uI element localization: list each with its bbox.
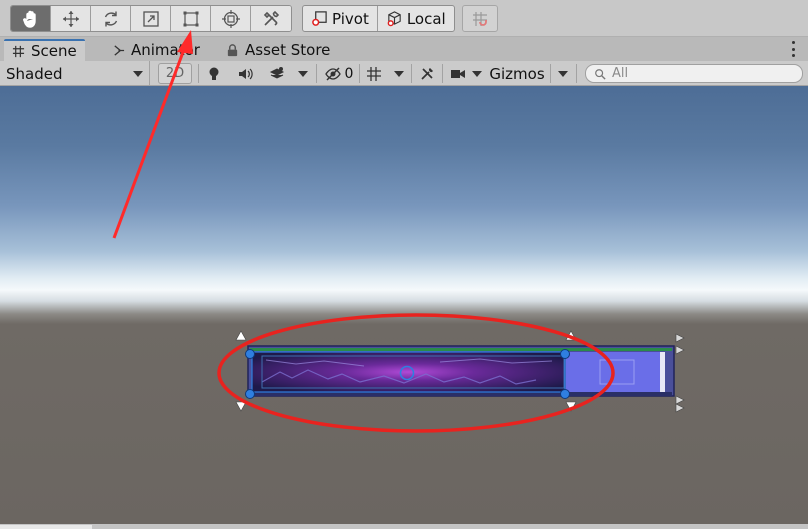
lightbulb-icon	[209, 67, 219, 80]
chevron-down-icon	[298, 70, 308, 77]
local-label: Local	[406, 9, 446, 28]
tab-scene-label: Scene	[31, 42, 77, 60]
camera-dropdown[interactable]	[468, 61, 486, 86]
gizmos-label: Gizmos	[489, 64, 545, 83]
layers-icon	[269, 66, 285, 79]
tools-icon	[421, 67, 433, 80]
gizmos-dropdown[interactable]	[554, 61, 572, 86]
grid-dropdown[interactable]	[390, 61, 408, 86]
lighting-toggle[interactable]	[202, 61, 226, 86]
pivot-icon	[312, 11, 327, 26]
transform-tool-button[interactable]	[211, 6, 251, 31]
grid-toggle[interactable]	[362, 61, 386, 86]
custom-tool-button[interactable]	[251, 6, 291, 31]
rotate-tool-button[interactable]	[91, 6, 131, 31]
speaker-icon	[239, 68, 253, 79]
tools-toggle[interactable]	[414, 61, 440, 86]
move-tool-button[interactable]	[51, 6, 91, 31]
eye-hidden-icon	[324, 66, 341, 81]
hidden-count: 0	[344, 65, 354, 82]
tab-scene[interactable]: Scene	[4, 39, 85, 61]
hand-tool-button[interactable]	[11, 6, 51, 31]
transform-icon	[221, 9, 240, 28]
grid-icon	[12, 45, 25, 57]
camera-icon	[451, 69, 465, 78]
grid-snap-button[interactable]	[462, 5, 498, 32]
tools-icon	[263, 10, 280, 26]
gizmos-button[interactable]: Gizmos	[487, 61, 547, 86]
tab-animator[interactable]: Animator	[104, 39, 208, 61]
grid-icon	[367, 66, 381, 81]
mode-2d-label: 2D	[165, 66, 185, 81]
shading-mode-dropdown[interactable]: Shaded	[0, 61, 150, 86]
effects-dropdown[interactable]	[294, 61, 312, 86]
transform-tools-group	[10, 5, 292, 32]
chevron-down-icon	[558, 70, 568, 77]
shading-mode-value: Shaded	[6, 64, 63, 83]
horizontal-scrollbar[interactable]	[0, 525, 92, 529]
scene-options-bar: Shaded 2D 0 Gizmos All	[0, 61, 808, 86]
chevron-down-icon	[472, 70, 482, 77]
hidden-objects-toggle[interactable]: 0	[320, 61, 358, 86]
editor-tab-bar: Scene Animator Asset Store	[0, 37, 808, 61]
tab-options-menu[interactable]	[790, 41, 796, 57]
viewport-bottom-strip	[0, 524, 808, 529]
rotate-icon	[104, 11, 117, 26]
main-toolbar: Pivot Local	[0, 0, 808, 37]
effects-toggle[interactable]	[264, 61, 290, 86]
tab-animator-label: Animator	[131, 41, 200, 59]
scene-search-input[interactable]: All	[585, 64, 803, 83]
pivot-group: Pivot Local	[302, 5, 455, 32]
tab-asset-store[interactable]: Asset Store	[218, 39, 338, 61]
camera-toggle[interactable]	[446, 61, 470, 86]
tab-asset-store-label: Asset Store	[245, 41, 331, 59]
audio-toggle[interactable]	[232, 61, 258, 86]
scene-viewport[interactable]	[0, 86, 808, 524]
search-placeholder: All	[612, 66, 629, 81]
scale-icon	[142, 10, 159, 27]
scale-tool-button[interactable]	[131, 6, 171, 31]
chevron-down-icon	[133, 70, 143, 77]
pivot-toggle-button[interactable]: Pivot	[303, 6, 378, 31]
hand-icon	[22, 10, 36, 28]
mode-2d-toggle[interactable]: 2D	[158, 63, 192, 84]
local-cube-icon	[387, 11, 401, 27]
pivot-label: Pivot	[332, 9, 369, 28]
local-toggle-button[interactable]: Local	[378, 6, 454, 31]
chevron-down-icon	[394, 70, 404, 77]
search-icon	[595, 68, 606, 80]
rect-tool-button[interactable]	[171, 6, 211, 31]
lock-icon	[227, 43, 238, 56]
rect-transform-icon	[183, 11, 198, 26]
grid-snap-icon	[473, 11, 487, 26]
move-arrows-icon	[62, 10, 79, 27]
animator-icon	[114, 44, 125, 56]
